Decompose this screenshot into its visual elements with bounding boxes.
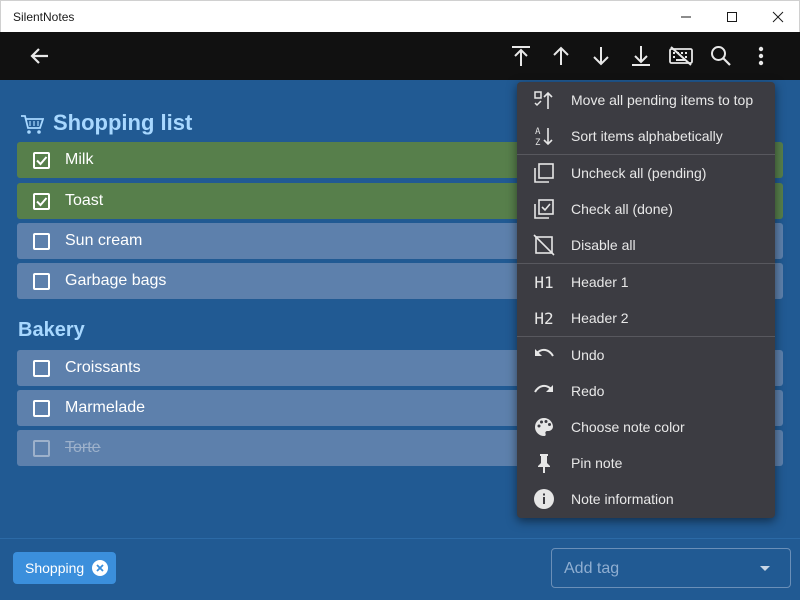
- menu-item-header-1[interactable]: H1 Header 1: [517, 264, 775, 300]
- menu-item-label: Note information: [571, 491, 674, 507]
- tag-chip[interactable]: Shopping: [13, 552, 117, 584]
- maximize-icon: [727, 12, 737, 22]
- menu-item-sort-alphabetically[interactable]: AZ Sort items alphabetically: [517, 118, 775, 154]
- move-up-button[interactable]: [541, 36, 581, 76]
- h1-icon: H1: [534, 272, 554, 292]
- overflow-menu: Move all pending items to top AZ Sort it…: [517, 82, 775, 518]
- move-to-bottom-button[interactable]: [621, 36, 661, 76]
- back-icon: [30, 48, 48, 64]
- checkbox-unchecked[interactable]: [33, 273, 50, 290]
- menu-item-uncheck-all[interactable]: Uncheck all (pending): [517, 155, 775, 191]
- keyboard-off-icon: [669, 46, 693, 66]
- move-down-button[interactable]: [581, 36, 621, 76]
- h2-icon: H2: [534, 308, 554, 328]
- item-label: Toast: [65, 192, 104, 209]
- keyboard-toggle-button[interactable]: [661, 36, 701, 76]
- close-button[interactable]: [755, 1, 800, 33]
- item-label: Garbage bags: [65, 272, 167, 289]
- add-tag-input[interactable]: [564, 559, 744, 579]
- item-label: Sun cream: [65, 232, 143, 249]
- menu-item-label: Check all (done): [571, 201, 673, 217]
- svg-text:A: A: [535, 127, 541, 137]
- menu-item-label: Move all pending items to top: [571, 92, 754, 108]
- shopping-cart-icon: [21, 115, 44, 134]
- checkbox-checked[interactable]: [33, 152, 50, 169]
- add-tag-combobox[interactable]: [551, 548, 791, 588]
- menu-item-note-information[interactable]: Note information: [517, 481, 775, 517]
- window-title: SilentNotes: [13, 10, 75, 24]
- header-bakery[interactable]: Bakery: [18, 319, 85, 342]
- remove-tag-icon[interactable]: [92, 560, 109, 576]
- menu-item-label: Choose note color: [571, 419, 685, 435]
- tag-bar: Shopping: [0, 538, 800, 600]
- move-to-bottom-icon: [632, 46, 650, 66]
- menu-item-check-all[interactable]: Check all (done): [517, 191, 775, 227]
- move-to-top-icon: [512, 46, 530, 66]
- minimize-button[interactable]: [663, 1, 709, 33]
- redo-icon: [533, 380, 555, 402]
- tag-chip-label: Shopping: [25, 560, 85, 576]
- menu-item-label: Redo: [571, 383, 605, 399]
- search-button[interactable]: [701, 36, 741, 76]
- menu-item-choose-note-color[interactable]: Choose note color: [517, 409, 775, 445]
- minimize-icon: [681, 16, 691, 18]
- item-label: Croissants: [65, 359, 141, 376]
- check-icon: [36, 197, 48, 207]
- undo-icon: [533, 344, 555, 366]
- menu-item-redo[interactable]: Redo: [517, 373, 775, 409]
- disable-all-icon: [533, 234, 555, 256]
- checkbox-unchecked[interactable]: [33, 233, 50, 250]
- maximize-button[interactable]: [709, 1, 755, 33]
- back-button[interactable]: [20, 36, 60, 76]
- item-label: Milk: [65, 151, 94, 168]
- info-icon: [533, 488, 555, 510]
- menu-item-disable-all[interactable]: Disable all: [517, 227, 775, 263]
- checkbox-disabled[interactable]: [33, 440, 50, 457]
- check-icon: [36, 156, 48, 166]
- menu-item-label: Sort items alphabetically: [571, 128, 723, 144]
- item-label: Torte: [65, 439, 101, 456]
- more-options-button[interactable]: [741, 36, 781, 76]
- menu-item-label: Header 2: [571, 310, 629, 326]
- app-toolbar: [0, 32, 800, 80]
- palette-icon: [533, 416, 555, 438]
- menu-item-header-2[interactable]: H2 Header 2: [517, 300, 775, 336]
- header-shopping-list[interactable]: Shopping list: [53, 110, 192, 136]
- menu-item-label: Undo: [571, 347, 605, 363]
- menu-item-undo[interactable]: Undo: [517, 337, 775, 373]
- item-label: Marmelade: [65, 399, 146, 416]
- window-titlebar: SilentNotes: [0, 0, 800, 32]
- menu-item-label: Header 1: [571, 274, 629, 290]
- svg-text:Z: Z: [535, 138, 541, 147]
- more-vert-icon: [758, 46, 764, 66]
- checkbox-unchecked[interactable]: [33, 360, 50, 377]
- dropdown-arrow-icon[interactable]: [758, 563, 772, 573]
- menu-item-label: Uncheck all (pending): [571, 165, 707, 181]
- close-icon: [772, 11, 784, 23]
- checkbox-unchecked[interactable]: [33, 400, 50, 417]
- search-icon: [711, 46, 731, 66]
- menu-item-move-pending-to-top[interactable]: Move all pending items to top: [517, 82, 775, 118]
- menu-item-pin-note[interactable]: Pin note: [517, 445, 775, 481]
- uncheck-all-icon: [533, 162, 555, 184]
- menu-item-label: Pin note: [571, 455, 623, 471]
- checklist-up-icon: [533, 89, 555, 111]
- pin-icon: [533, 452, 555, 474]
- arrow-up-icon: [553, 46, 569, 65]
- menu-item-label: Disable all: [571, 237, 636, 253]
- sort-az-icon: AZ: [533, 125, 555, 147]
- checkbox-checked[interactable]: [33, 193, 50, 210]
- check-all-icon: [533, 198, 555, 220]
- move-to-top-button[interactable]: [501, 36, 541, 76]
- arrow-down-icon: [593, 47, 609, 66]
